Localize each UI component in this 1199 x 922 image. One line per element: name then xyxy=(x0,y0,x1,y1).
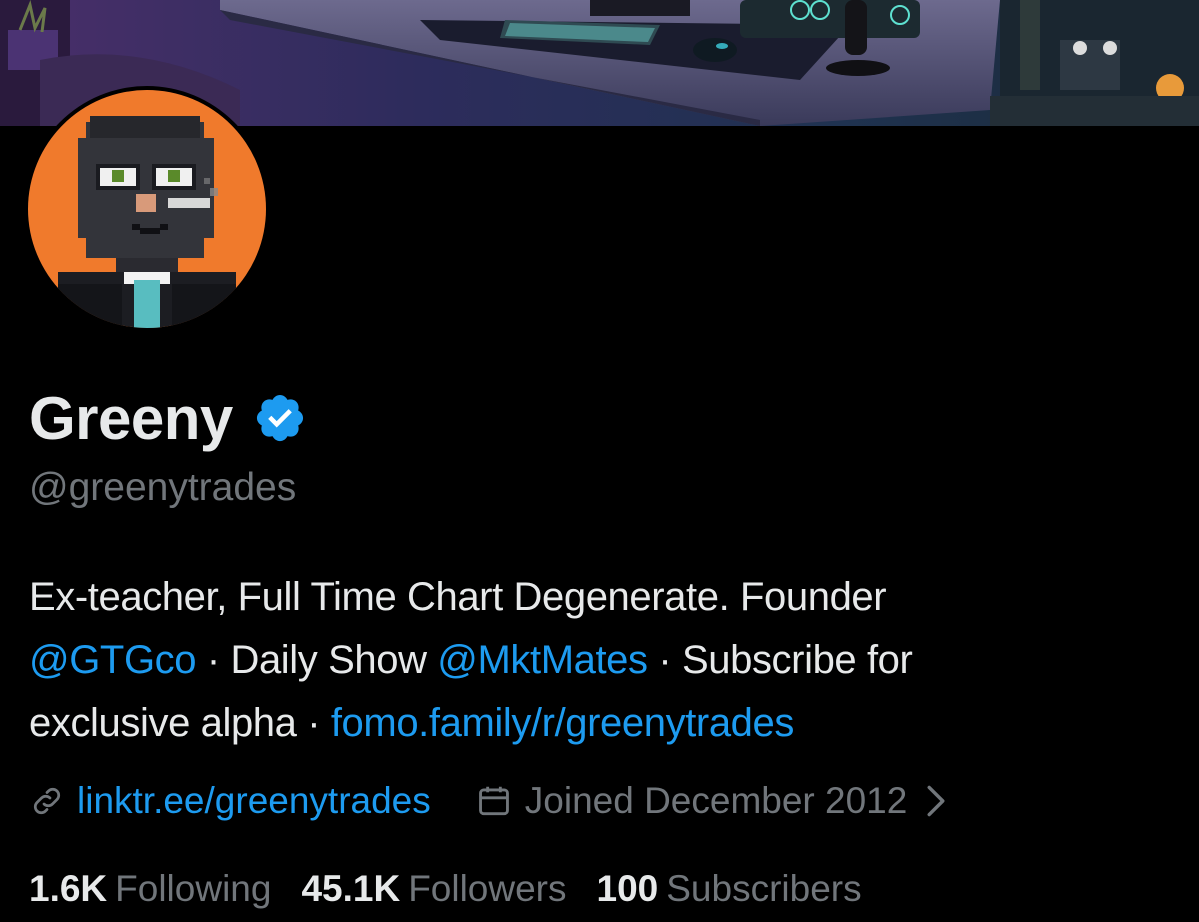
profile-avatar[interactable] xyxy=(24,86,270,332)
following-label: Following xyxy=(115,868,272,909)
link-icon xyxy=(33,787,61,815)
profile-meta: linktr.ee/greenytrades Joined December 2… xyxy=(29,776,947,826)
bio-text: · Subscribe for xyxy=(647,638,913,682)
bio-line-2: @GTGco · Daily Show @MktMates · Subscrib… xyxy=(29,629,1179,692)
followers-count: 45.1K xyxy=(301,868,401,909)
website-link[interactable]: linktr.ee/greenytrades xyxy=(77,780,431,822)
bio-line-3: exclusive alpha · fomo.family/r/greenytr… xyxy=(29,692,1179,755)
mention-mktmates[interactable]: @MktMates xyxy=(437,638,648,682)
bio-text: Ex-teacher, Full Time Chart Degenerate. … xyxy=(29,575,887,619)
bio-line-1: Ex-teacher, Full Time Chart Degenerate. … xyxy=(29,566,1179,629)
profile-stats: 1.6K Following 45.1K Followers 100 Subscrib… xyxy=(29,864,892,914)
subscribers-stat[interactable]: 100 Subscribers xyxy=(597,868,862,910)
subscribers-label: Subscribers xyxy=(666,868,862,909)
bio: Ex-teacher, Full Time Chart Degenerate. … xyxy=(29,566,1179,755)
following-stat[interactable]: 1.6K Following xyxy=(29,868,271,910)
name-row: Greeny xyxy=(29,380,307,456)
verified-badge-icon[interactable] xyxy=(253,391,307,445)
bio-text: · Daily Show xyxy=(196,638,438,682)
handle: @greenytrades xyxy=(29,466,297,509)
mention-gtgco[interactable]: @GTGco xyxy=(29,638,197,682)
followers-label: Followers xyxy=(408,868,567,909)
followers-stat[interactable]: 45.1K Followers xyxy=(301,868,566,910)
calendar-icon xyxy=(478,786,509,816)
bio-link[interactable]: fomo.family/r/greenytrades xyxy=(331,701,795,745)
following-count: 1.6K xyxy=(29,868,108,909)
subscribers-count: 100 xyxy=(596,868,659,909)
joined-date: Joined December 2012 xyxy=(524,780,908,821)
bio-text: exclusive alpha · xyxy=(29,701,331,745)
display-name: Greeny xyxy=(29,384,233,452)
pixel-avatar-image xyxy=(28,90,266,328)
chevron-right-icon[interactable] xyxy=(925,784,947,818)
